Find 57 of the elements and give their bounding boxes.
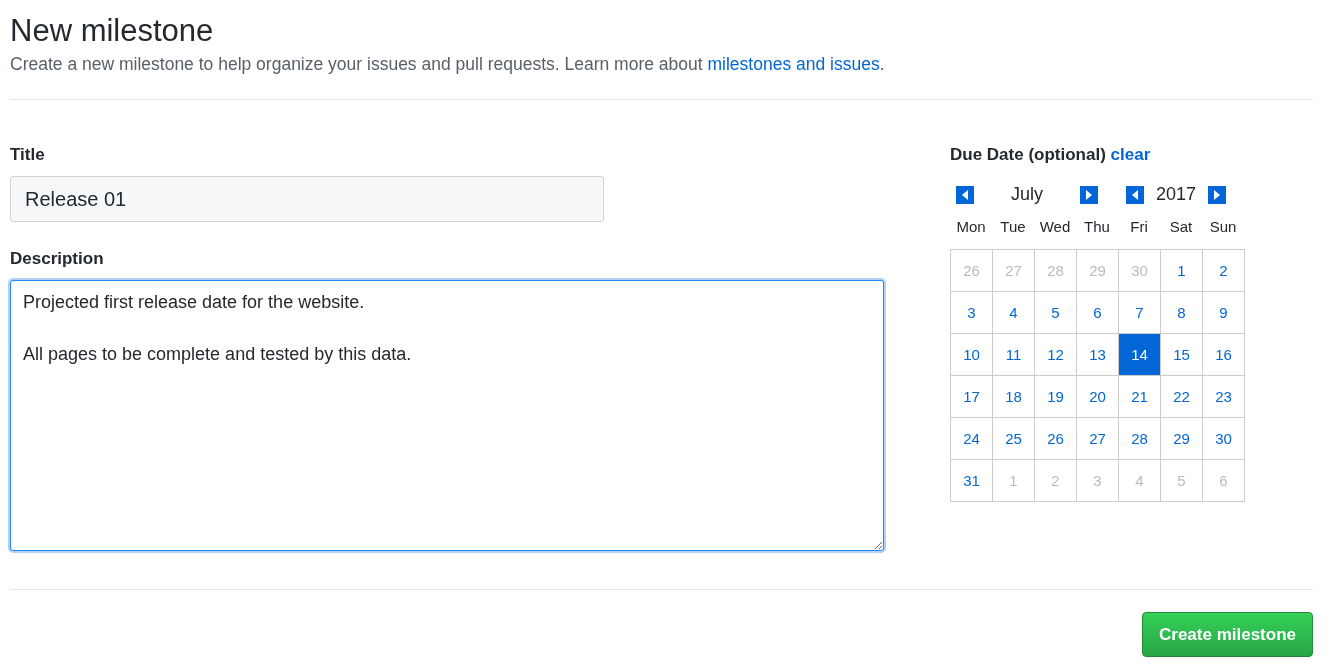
calendar-day[interactable]: 18	[993, 376, 1035, 418]
calendar-day[interactable]: 25	[993, 418, 1035, 460]
calendar-day[interactable]: 31	[951, 460, 993, 502]
calendar-day[interactable]: 21	[1119, 376, 1161, 418]
right-triangle-icon	[1213, 189, 1221, 200]
calendar-day[interactable]: 29	[1161, 418, 1203, 460]
next-month-button[interactable]	[1080, 185, 1098, 204]
weekday-label: Sat	[1168, 217, 1194, 237]
weekday-label: Thu	[1083, 217, 1111, 237]
calendar-day[interactable]: 20	[1077, 376, 1119, 418]
calendar-day[interactable]: 10	[951, 334, 993, 376]
calendar-day[interactable]: 14	[1119, 334, 1161, 376]
calendar-day[interactable]: 17	[951, 376, 993, 418]
calendar-day[interactable]: 12	[1035, 334, 1077, 376]
help-link[interactable]: milestones and issues	[707, 54, 880, 74]
previous-year-button[interactable]	[1126, 185, 1144, 204]
left-triangle-icon	[1131, 189, 1139, 200]
calendar-day[interactable]: 13	[1077, 334, 1119, 376]
month-label: July	[1010, 184, 1044, 205]
year-label: 2017	[1154, 184, 1197, 205]
calendar-day[interactable]: 16	[1203, 334, 1245, 376]
weekday-label: Tue	[999, 217, 1027, 237]
description-textarea[interactable]: Projected first release date for the website. All pages to be complete and tested by this data.	[10, 280, 884, 551]
calendar-day[interactable]: 5	[1035, 292, 1077, 334]
left-triangle-icon	[961, 189, 969, 200]
calendar-day[interactable]: 30	[1203, 418, 1245, 460]
field-label: Due Date (optional) clear	[950, 144, 1152, 166]
calendar-day[interactable]: 23	[1203, 376, 1245, 418]
clear-link[interactable]: clear	[1110, 145, 1151, 164]
calendar-day[interactable]: 11	[993, 334, 1035, 376]
previous-month-button[interactable]	[956, 185, 974, 204]
page-title: New milestone	[10, 12, 215, 50]
field-label: Title	[10, 144, 46, 166]
calendar-day[interactable]: 4	[993, 292, 1035, 334]
weekday-label: Mon	[955, 217, 987, 237]
title-input[interactable]: Release 01	[10, 176, 604, 222]
calendar-day[interactable]: 27	[1077, 418, 1119, 460]
calendar-day[interactable]: 28	[1119, 418, 1161, 460]
calendar-day[interactable]: 1	[1161, 250, 1203, 292]
weekday-label: Fri	[1129, 217, 1149, 237]
calendar-day[interactable]: 7	[1119, 292, 1161, 334]
calendar-day[interactable]: 26	[1035, 418, 1077, 460]
field-label: Description	[10, 248, 105, 270]
weekday-label: Sun	[1208, 217, 1238, 237]
calendar-day[interactable]: 6	[1077, 292, 1119, 334]
calendar-day[interactable]: 19	[1035, 376, 1077, 418]
calendar-day[interactable]: 9	[1203, 292, 1245, 334]
calendar-day[interactable]: 24	[951, 418, 993, 460]
calendar-day[interactable]: 22	[1161, 376, 1203, 418]
calendar-day[interactable]: 8	[1161, 292, 1203, 334]
next-year-button[interactable]	[1208, 185, 1226, 204]
right-triangle-icon	[1085, 189, 1093, 200]
calendar-day[interactable]: 15	[1161, 334, 1203, 376]
calendar-day[interactable]: 2	[1203, 250, 1245, 292]
weekday-label: Wed	[1038, 217, 1072, 237]
page-subtitle: Create a new milestone to help organize your issues and pull requests. Learn more about milestones and issues.	[10, 54, 886, 75]
calendar-day[interactable]: 3	[951, 292, 993, 334]
